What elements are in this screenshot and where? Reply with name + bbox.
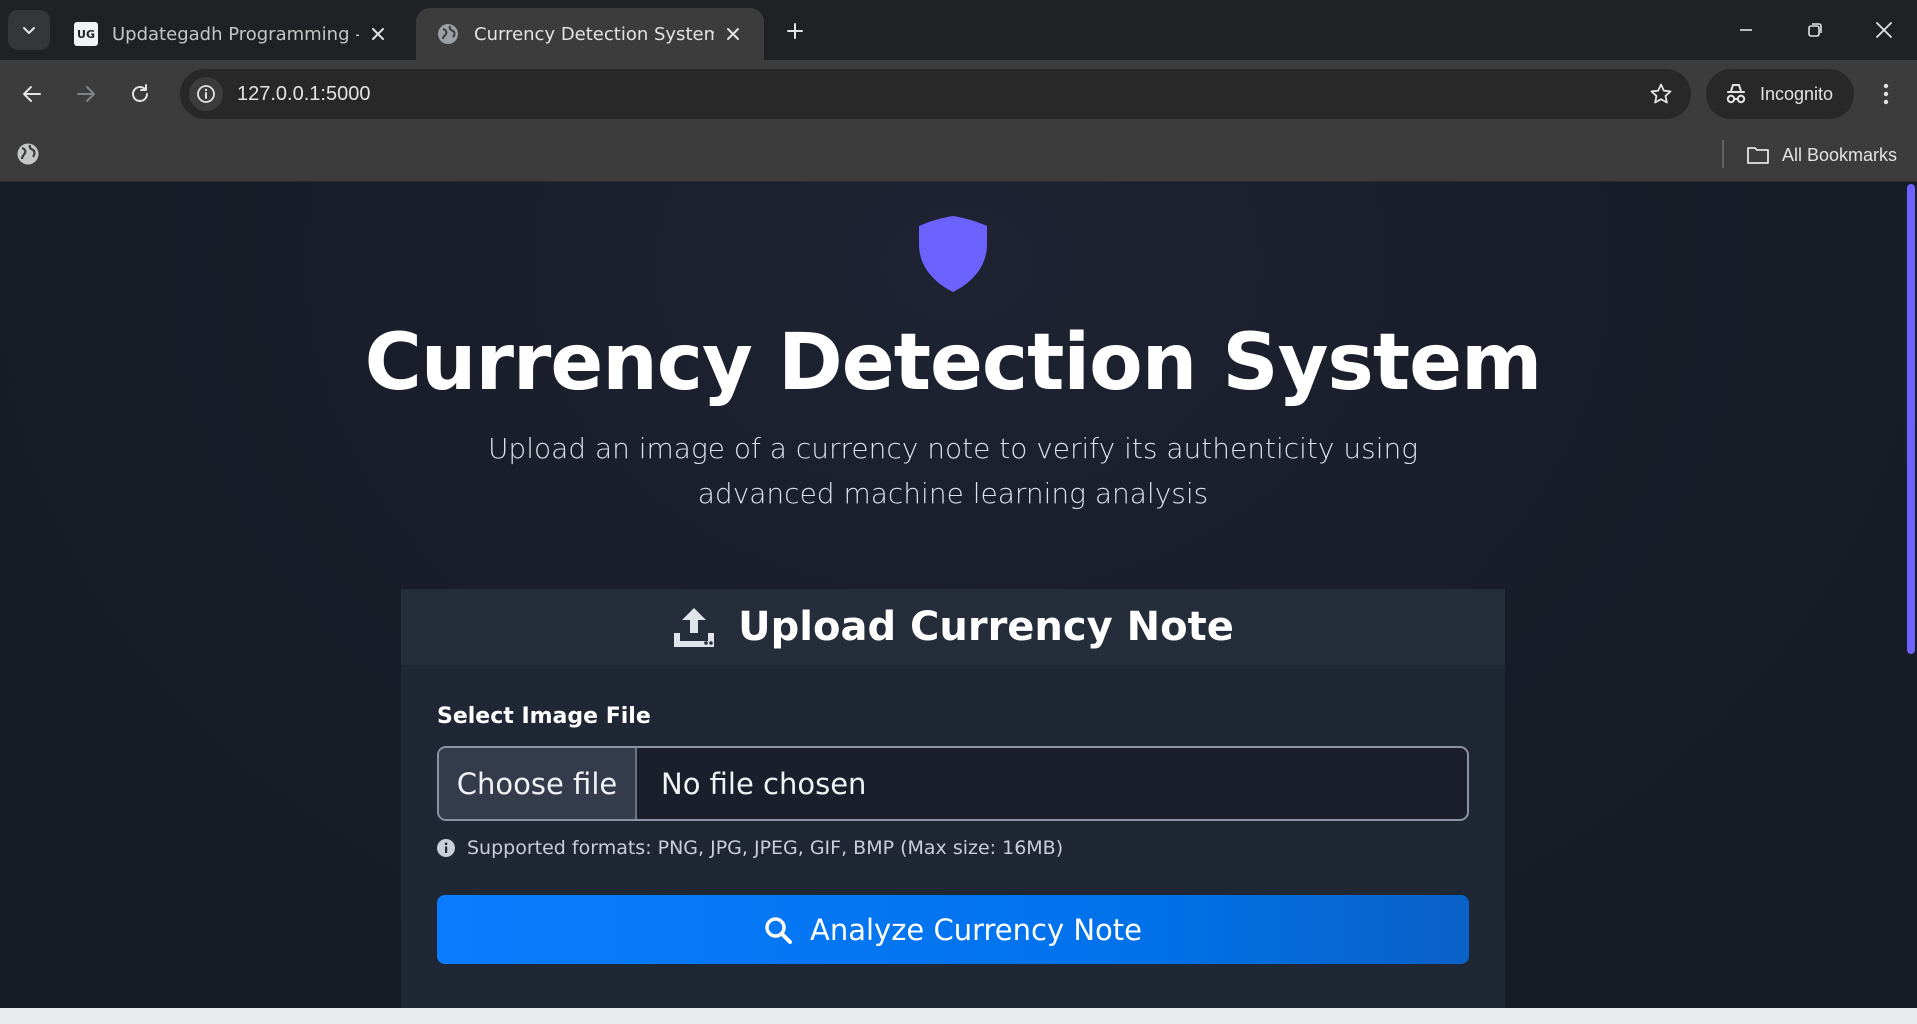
restore-button[interactable] xyxy=(1795,10,1835,50)
info-icon xyxy=(197,85,215,103)
page-title: Currency Detection System xyxy=(364,318,1543,408)
page-content: Currency Detection System Upload an imag… xyxy=(0,182,1917,1008)
new-tab-button[interactable] xyxy=(780,16,810,46)
reload-button[interactable] xyxy=(120,74,160,114)
shield-icon xyxy=(919,216,987,296)
upload-icon xyxy=(674,608,715,647)
search-icon xyxy=(765,916,792,944)
close-icon xyxy=(1876,22,1892,38)
scrollbar-thumb[interactable] xyxy=(1907,184,1915,654)
upload-card-header: Upload Currency Note xyxy=(401,589,1505,665)
bookmark-star-icon[interactable] xyxy=(1649,82,1673,110)
all-bookmarks-label: All Bookmarks xyxy=(1782,144,1898,165)
site-info-button[interactable] xyxy=(189,77,223,111)
incognito-icon xyxy=(1726,84,1746,104)
close-icon[interactable] xyxy=(722,23,744,45)
folder-icon xyxy=(1747,147,1769,164)
file-input[interactable]: Choose file No file chosen xyxy=(437,746,1469,821)
minimize-button[interactable] xyxy=(1726,10,1766,50)
format-hint-text: Supported formats: PNG, JPG, JPEG, GIF, … xyxy=(467,837,1064,859)
back-button[interactable] xyxy=(12,74,52,114)
arrow-left-icon xyxy=(23,86,41,102)
incognito-label: Incognito xyxy=(1760,83,1834,104)
close-window-button[interactable] xyxy=(1864,10,1904,50)
bookmarks-divider xyxy=(1722,140,1724,168)
analyze-button-label: Analyze Currency Note xyxy=(809,912,1142,947)
updategadh-favicon: UG xyxy=(74,22,98,46)
upload-card-heading: Upload Currency Note xyxy=(738,604,1234,650)
page-subtitle: Upload an image of a currency note to ve… xyxy=(487,432,1419,510)
reload-icon xyxy=(132,84,148,102)
tab-title: Updategadh Programming - Up xyxy=(112,23,359,45)
plus-icon xyxy=(787,23,803,39)
globe-icon xyxy=(436,22,460,46)
os-taskbar xyxy=(0,1008,1917,1024)
file-status-text: No file chosen xyxy=(661,766,867,801)
tab-updategadh[interactable]: UG Updategadh Programming - Up xyxy=(54,8,409,60)
tab-currency-detection[interactable]: Currency Detection System xyxy=(416,8,764,60)
analyze-button[interactable]: Analyze Currency Note xyxy=(437,895,1469,964)
url-text[interactable]: 127.0.0.1:5000 xyxy=(237,83,370,106)
info-circle-icon xyxy=(437,839,455,857)
chevron-down-icon xyxy=(23,27,35,34)
minimize-icon xyxy=(1740,29,1752,31)
upload-card: Upload Currency Note Select Image File C… xyxy=(401,589,1505,1008)
tab-search-button[interactable] xyxy=(8,10,50,50)
tab-title: Currency Detection System xyxy=(474,23,714,45)
tab-strip: UG Updategadh Programming - Up Currency … xyxy=(0,0,1917,60)
address-bar[interactable]: 127.0.0.1:5000 xyxy=(180,69,1691,119)
browser-toolbar: 127.0.0.1:5000 Incognito xyxy=(0,60,1917,128)
choose-file-button[interactable]: Choose file xyxy=(439,748,637,819)
format-hint: Supported formats: PNG, JPG, JPEG, GIF, … xyxy=(437,837,1063,859)
arrow-right-icon xyxy=(77,86,95,102)
kebab-menu-icon xyxy=(1883,83,1889,105)
all-bookmarks-button[interactable]: All Bookmarks xyxy=(1746,140,1897,170)
close-icon[interactable] xyxy=(367,23,389,45)
forward-button[interactable] xyxy=(66,74,106,114)
file-field-label: Select Image File xyxy=(437,704,651,729)
browser-menu-button[interactable] xyxy=(1870,74,1902,114)
incognito-badge[interactable]: Incognito xyxy=(1706,69,1854,119)
restore-icon xyxy=(1808,23,1822,37)
globe-icon[interactable] xyxy=(16,142,40,170)
bookmarks-bar: All Bookmarks xyxy=(0,128,1917,182)
